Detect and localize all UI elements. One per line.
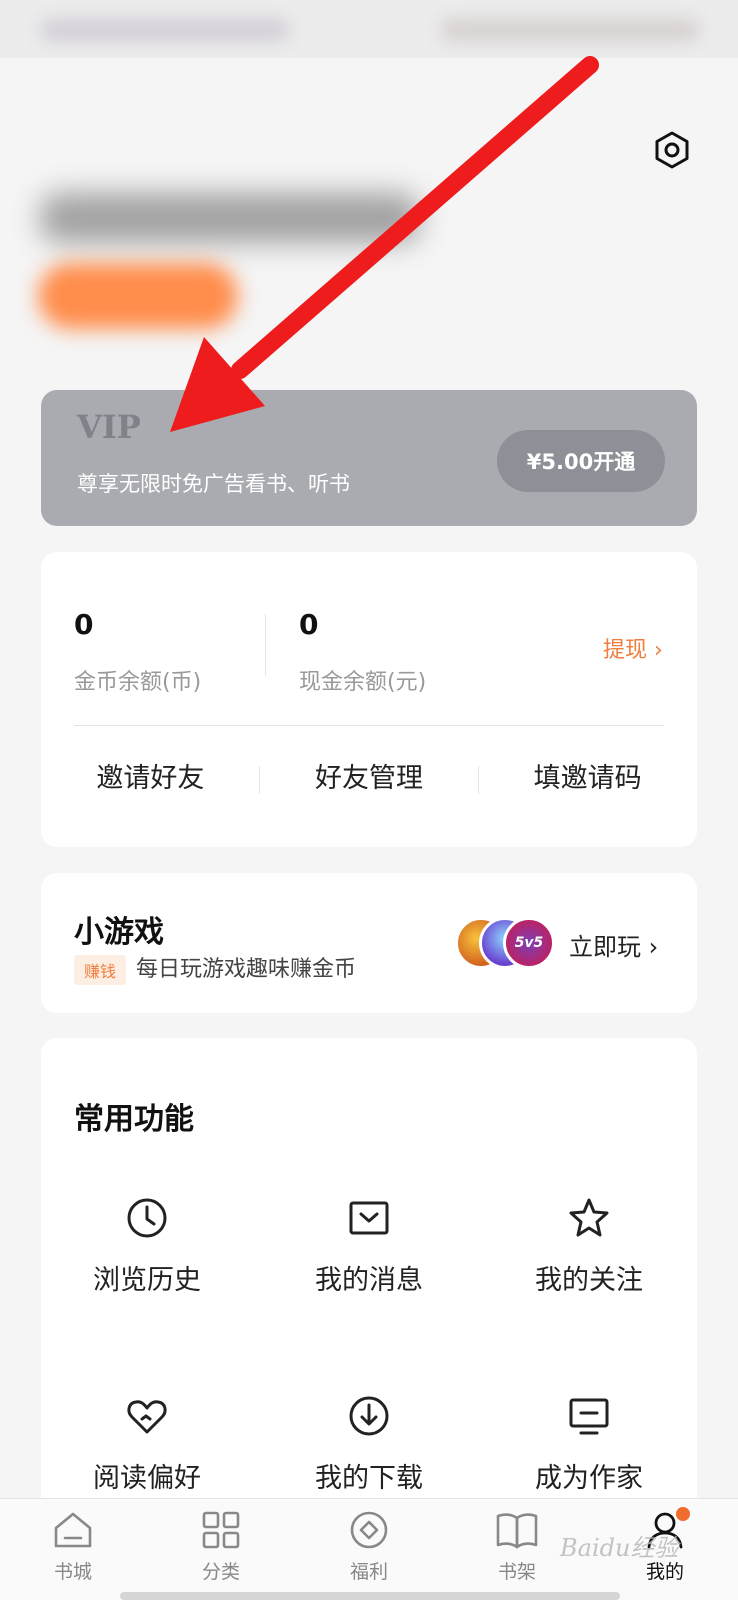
enter-invite-code-button[interactable]: 填邀请码 (478, 754, 697, 804)
user-name-blurred (40, 193, 420, 243)
download-icon (349, 1396, 389, 1436)
nav-label: 书城 (53, 1561, 92, 1583)
book-icon (496, 1513, 538, 1549)
my-messages-button[interactable]: 我的消息 (269, 1196, 469, 1297)
nav-label: 书架 (497, 1561, 536, 1583)
mini-game-title: 小游戏 (74, 915, 164, 950)
gear-icon (655, 131, 689, 169)
withdraw-link[interactable]: 提现 › (603, 632, 663, 664)
function-label: 我的消息 (315, 1265, 423, 1296)
settings-button[interactable] (650, 128, 694, 172)
invite-friends-button[interactable]: 邀请好友 (41, 754, 260, 804)
invite-actions: 邀请好友 好友管理 填邀请码 (41, 754, 697, 804)
manage-friends-button[interactable]: 好友管理 (260, 754, 479, 804)
vip-title: VIP (77, 408, 141, 446)
balance-card: 0 金币余额(币) 0 现金余额(元) 提现 › 邀请好友 好友管理 填邀请码 (41, 552, 697, 847)
earn-badge: 赚钱 (74, 955, 126, 985)
my-follows-button[interactable]: 我的关注 (489, 1196, 689, 1297)
notification-dot (676, 1507, 690, 1521)
home-indicator (120, 1592, 620, 1600)
coin-icon (350, 1511, 388, 1549)
common-functions-title: 常用功能 (74, 1102, 194, 1137)
divider (74, 725, 664, 726)
divider (478, 766, 479, 794)
coin-balance-label: 金币余额(币) (74, 670, 202, 695)
clock-icon (127, 1198, 167, 1238)
game-icon-5v5: 5v5 (503, 917, 555, 969)
my-downloads-button[interactable]: 我的下载 (269, 1394, 469, 1495)
status-bar (0, 0, 738, 58)
function-label: 我的关注 (535, 1265, 643, 1296)
nav-bookstore[interactable]: 书城 (18, 1509, 128, 1584)
message-icon (349, 1201, 389, 1235)
nav-welfare[interactable]: 福利 (314, 1509, 424, 1584)
vip-open-button[interactable]: ¥5.00开通 (497, 430, 665, 492)
coin-balance[interactable]: 0 金币余额(币) (74, 608, 201, 696)
common-functions-card: 常用功能 浏览历史 我的消息 我的关注 阅读偏好 我的下载 成为作家 (41, 1038, 697, 1558)
function-label: 阅读偏好 (93, 1463, 201, 1494)
coin-balance-value: 0 (74, 608, 94, 641)
nav-label: 分类 (201, 1561, 240, 1583)
monitor-icon (569, 1398, 609, 1435)
function-label: 浏览历史 (93, 1265, 201, 1296)
function-label: 成为作家 (535, 1463, 643, 1494)
nav-bookshelf[interactable]: 书架 (462, 1509, 572, 1584)
browse-history-button[interactable]: 浏览历史 (47, 1196, 247, 1297)
play-now-link[interactable]: 立即玩 › (569, 927, 658, 962)
reading-preferences-button[interactable]: 阅读偏好 (47, 1394, 247, 1495)
cash-balance-label: 现金余额(元) (299, 670, 427, 695)
mini-game-subtitle: 每日玩游戏趣味赚金币 (136, 957, 357, 982)
login-button-blurred[interactable] (38, 263, 238, 329)
become-writer-button[interactable]: 成为作家 (489, 1394, 689, 1495)
profile-header[interactable] (10, 175, 630, 360)
cash-balance-value: 0 (299, 608, 319, 641)
divider (265, 614, 266, 676)
game-thumbnails: 5v5 (455, 917, 555, 969)
vip-description: 尊享无限时免广告看书、听书 (77, 472, 350, 496)
game-icon-label: 5v5 (514, 935, 544, 951)
nav-label: 福利 (349, 1561, 388, 1583)
heart-icon (127, 1400, 167, 1434)
star-icon (569, 1198, 609, 1237)
nav-categories[interactable]: 分类 (166, 1509, 276, 1584)
home-icon (54, 1512, 92, 1548)
function-label: 我的下载 (315, 1463, 423, 1494)
watermark: Baidu经验 (560, 1534, 679, 1562)
grid-icon (202, 1511, 240, 1549)
divider (259, 766, 260, 794)
vip-card[interactable]: VIP 尊享无限时免广告看书、听书 ¥5.00开通 (41, 390, 697, 526)
mini-game-card[interactable]: 小游戏 赚钱 每日玩游戏趣味赚金币 5v5 立即玩 › (41, 873, 697, 1013)
cash-balance[interactable]: 0 现金余额(元) (299, 608, 426, 696)
